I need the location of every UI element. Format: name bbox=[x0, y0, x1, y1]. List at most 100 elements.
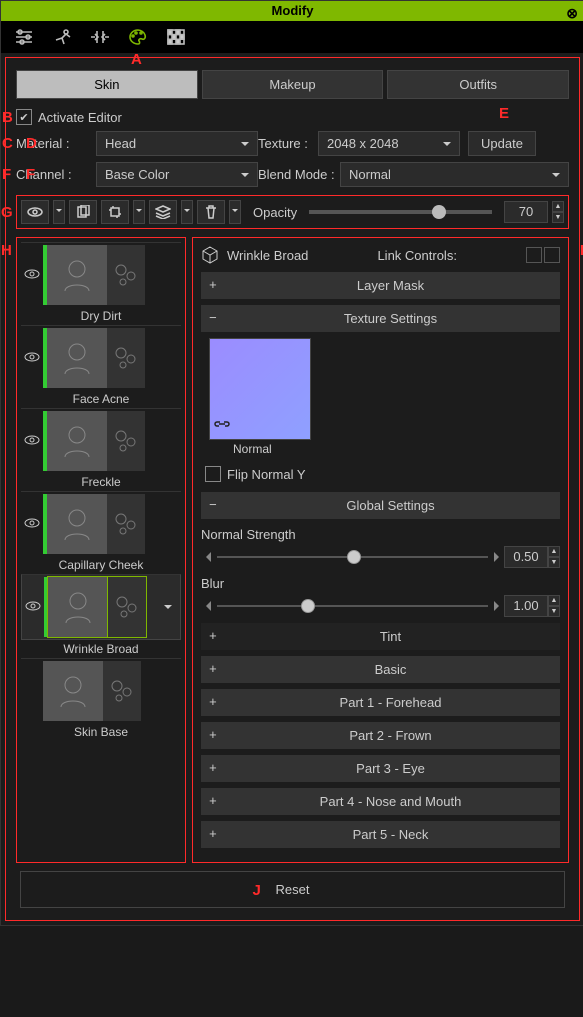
layer-name: Freckle bbox=[21, 473, 181, 491]
window-title: Modify bbox=[272, 3, 314, 18]
tab-makeup[interactable]: Makeup bbox=[202, 70, 384, 99]
flip-normal-label: Flip Normal Y bbox=[227, 467, 306, 482]
ns-value[interactable]: 0.50 bbox=[504, 546, 548, 568]
texture-label: Texture : bbox=[258, 136, 318, 151]
layer-thumbnail[interactable] bbox=[47, 494, 107, 554]
layer-capillary-cheek[interactable] bbox=[21, 491, 181, 556]
layer-eye-icon[interactable] bbox=[21, 268, 43, 283]
blur-down[interactable]: ▼ bbox=[548, 606, 560, 617]
acc-global-settings[interactable]: −Global Settings bbox=[201, 492, 560, 519]
blur-slider[interactable] bbox=[217, 605, 488, 607]
update-button[interactable]: Update bbox=[468, 131, 536, 156]
tab-checker[interactable] bbox=[157, 21, 195, 53]
layer-wrinkle-broad[interactable] bbox=[21, 574, 181, 640]
acc-part5[interactable]: +Part 5 - Neck bbox=[201, 821, 560, 848]
material-select[interactable]: Head bbox=[96, 131, 258, 156]
activate-label: Activate Editor bbox=[38, 110, 122, 125]
acc-layer-mask[interactable]: +Layer Mask bbox=[201, 272, 560, 299]
layer-skin-base[interactable] bbox=[21, 658, 181, 723]
layer-name: Dry Dirt bbox=[21, 307, 181, 325]
copy-icon[interactable] bbox=[69, 200, 97, 224]
acc-part2[interactable]: +Part 2 - Frown bbox=[201, 722, 560, 749]
blur-dec[interactable] bbox=[201, 601, 211, 611]
blur-thumb[interactable] bbox=[301, 599, 315, 613]
layers-icon[interactable] bbox=[149, 200, 177, 224]
layer-deco bbox=[108, 577, 146, 637]
acc-tint[interactable]: +Tint bbox=[201, 623, 560, 650]
tab-skin[interactable]: Skin bbox=[16, 70, 198, 99]
normal-caption: Normal bbox=[233, 442, 560, 456]
props-title: Wrinkle Broad bbox=[227, 248, 308, 263]
layer-eye-icon[interactable] bbox=[21, 434, 43, 449]
layer-deco bbox=[103, 661, 141, 721]
close-icon[interactable]: ⊗ bbox=[566, 3, 578, 23]
layer-thumbnail[interactable] bbox=[47, 328, 107, 388]
acc-part3[interactable]: +Part 3 - Eye bbox=[201, 755, 560, 782]
ns-down[interactable]: ▼ bbox=[548, 557, 560, 568]
layer-eye-icon[interactable] bbox=[21, 517, 43, 532]
layer-eye-icon[interactable] bbox=[22, 600, 44, 615]
tab-palette[interactable]: A bbox=[119, 21, 157, 53]
tab-pose[interactable] bbox=[43, 21, 81, 53]
tabbar: A bbox=[1, 21, 583, 53]
trash-icon[interactable] bbox=[197, 200, 225, 224]
opacity-down[interactable]: ▼ bbox=[552, 212, 564, 223]
channel-label: Channel : bbox=[16, 167, 96, 182]
layer-eye-icon[interactable] bbox=[21, 351, 43, 366]
layers-dd[interactable] bbox=[181, 200, 193, 224]
layer-name: Capillary Cheek bbox=[21, 556, 181, 574]
layer-name: Face Acne bbox=[21, 390, 181, 408]
acc-part4[interactable]: +Part 4 - Nose and Mouth bbox=[201, 788, 560, 815]
ns-thumb[interactable] bbox=[347, 550, 361, 564]
flip-normal-checkbox[interactable] bbox=[205, 466, 221, 482]
layer-thumbnail[interactable] bbox=[47, 411, 107, 471]
blur-inc[interactable] bbox=[494, 601, 504, 611]
material-label: Material : bbox=[16, 136, 96, 151]
reset-button[interactable]: J Reset bbox=[20, 871, 565, 908]
layer-freckle[interactable] bbox=[21, 408, 181, 473]
ns-dec[interactable] bbox=[201, 552, 211, 562]
layer-thumbnail[interactable] bbox=[47, 245, 107, 305]
channel-select[interactable]: Base Color bbox=[96, 162, 258, 187]
layer-deco bbox=[107, 328, 145, 388]
ns-slider[interactable] bbox=[217, 556, 488, 558]
ns-inc[interactable] bbox=[494, 552, 504, 562]
acc-texture-settings[interactable]: −Texture Settings bbox=[201, 305, 560, 332]
visibility-icon[interactable] bbox=[21, 200, 49, 224]
texture-select[interactable]: 2048 x 2048 bbox=[318, 131, 460, 156]
opacity-up[interactable]: ▲ bbox=[552, 201, 564, 212]
layer-dry-dirt[interactable] bbox=[21, 242, 181, 307]
layer-face-acne[interactable] bbox=[21, 325, 181, 390]
blur-label: Blur bbox=[201, 576, 560, 591]
acc-part1[interactable]: +Part 1 - Forehead bbox=[201, 689, 560, 716]
crop-dd[interactable] bbox=[133, 200, 145, 224]
layer-deco bbox=[107, 494, 145, 554]
opacity-slider[interactable] bbox=[309, 210, 492, 214]
tab-sliders[interactable] bbox=[5, 21, 43, 53]
annot-J: J bbox=[253, 882, 261, 899]
layer-thumbnail[interactable] bbox=[43, 661, 103, 721]
activate-checkbox[interactable] bbox=[16, 109, 32, 125]
main-tabs: Skin Makeup Outfits bbox=[16, 70, 569, 99]
blur-up[interactable]: ▲ bbox=[548, 595, 560, 606]
visibility-dd[interactable] bbox=[53, 200, 65, 224]
layer-thumbnail[interactable] bbox=[48, 577, 108, 637]
tab-outfits[interactable]: Outfits bbox=[387, 70, 569, 99]
acc-basic[interactable]: +Basic bbox=[201, 656, 560, 683]
texture-preview[interactable] bbox=[209, 338, 311, 440]
crop-icon[interactable] bbox=[101, 200, 129, 224]
annot-F1: F bbox=[2, 166, 11, 183]
blend-label: Blend Mode : bbox=[258, 167, 340, 182]
link-btn-1[interactable] bbox=[526, 247, 542, 263]
layer-name: Wrinkle Broad bbox=[21, 640, 181, 658]
trash-dd[interactable] bbox=[229, 200, 241, 224]
titlebar: Modify ⊗ bbox=[1, 1, 583, 21]
link-icon[interactable] bbox=[214, 420, 230, 435]
opacity-thumb[interactable] bbox=[432, 205, 446, 219]
blur-value[interactable]: 1.00 bbox=[504, 595, 548, 617]
ns-up[interactable]: ▲ bbox=[548, 546, 560, 557]
tab-shrink[interactable] bbox=[81, 21, 119, 53]
blend-select[interactable]: Normal bbox=[340, 162, 569, 187]
link-btn-2[interactable] bbox=[544, 247, 560, 263]
opacity-value[interactable]: 70 bbox=[504, 201, 548, 223]
